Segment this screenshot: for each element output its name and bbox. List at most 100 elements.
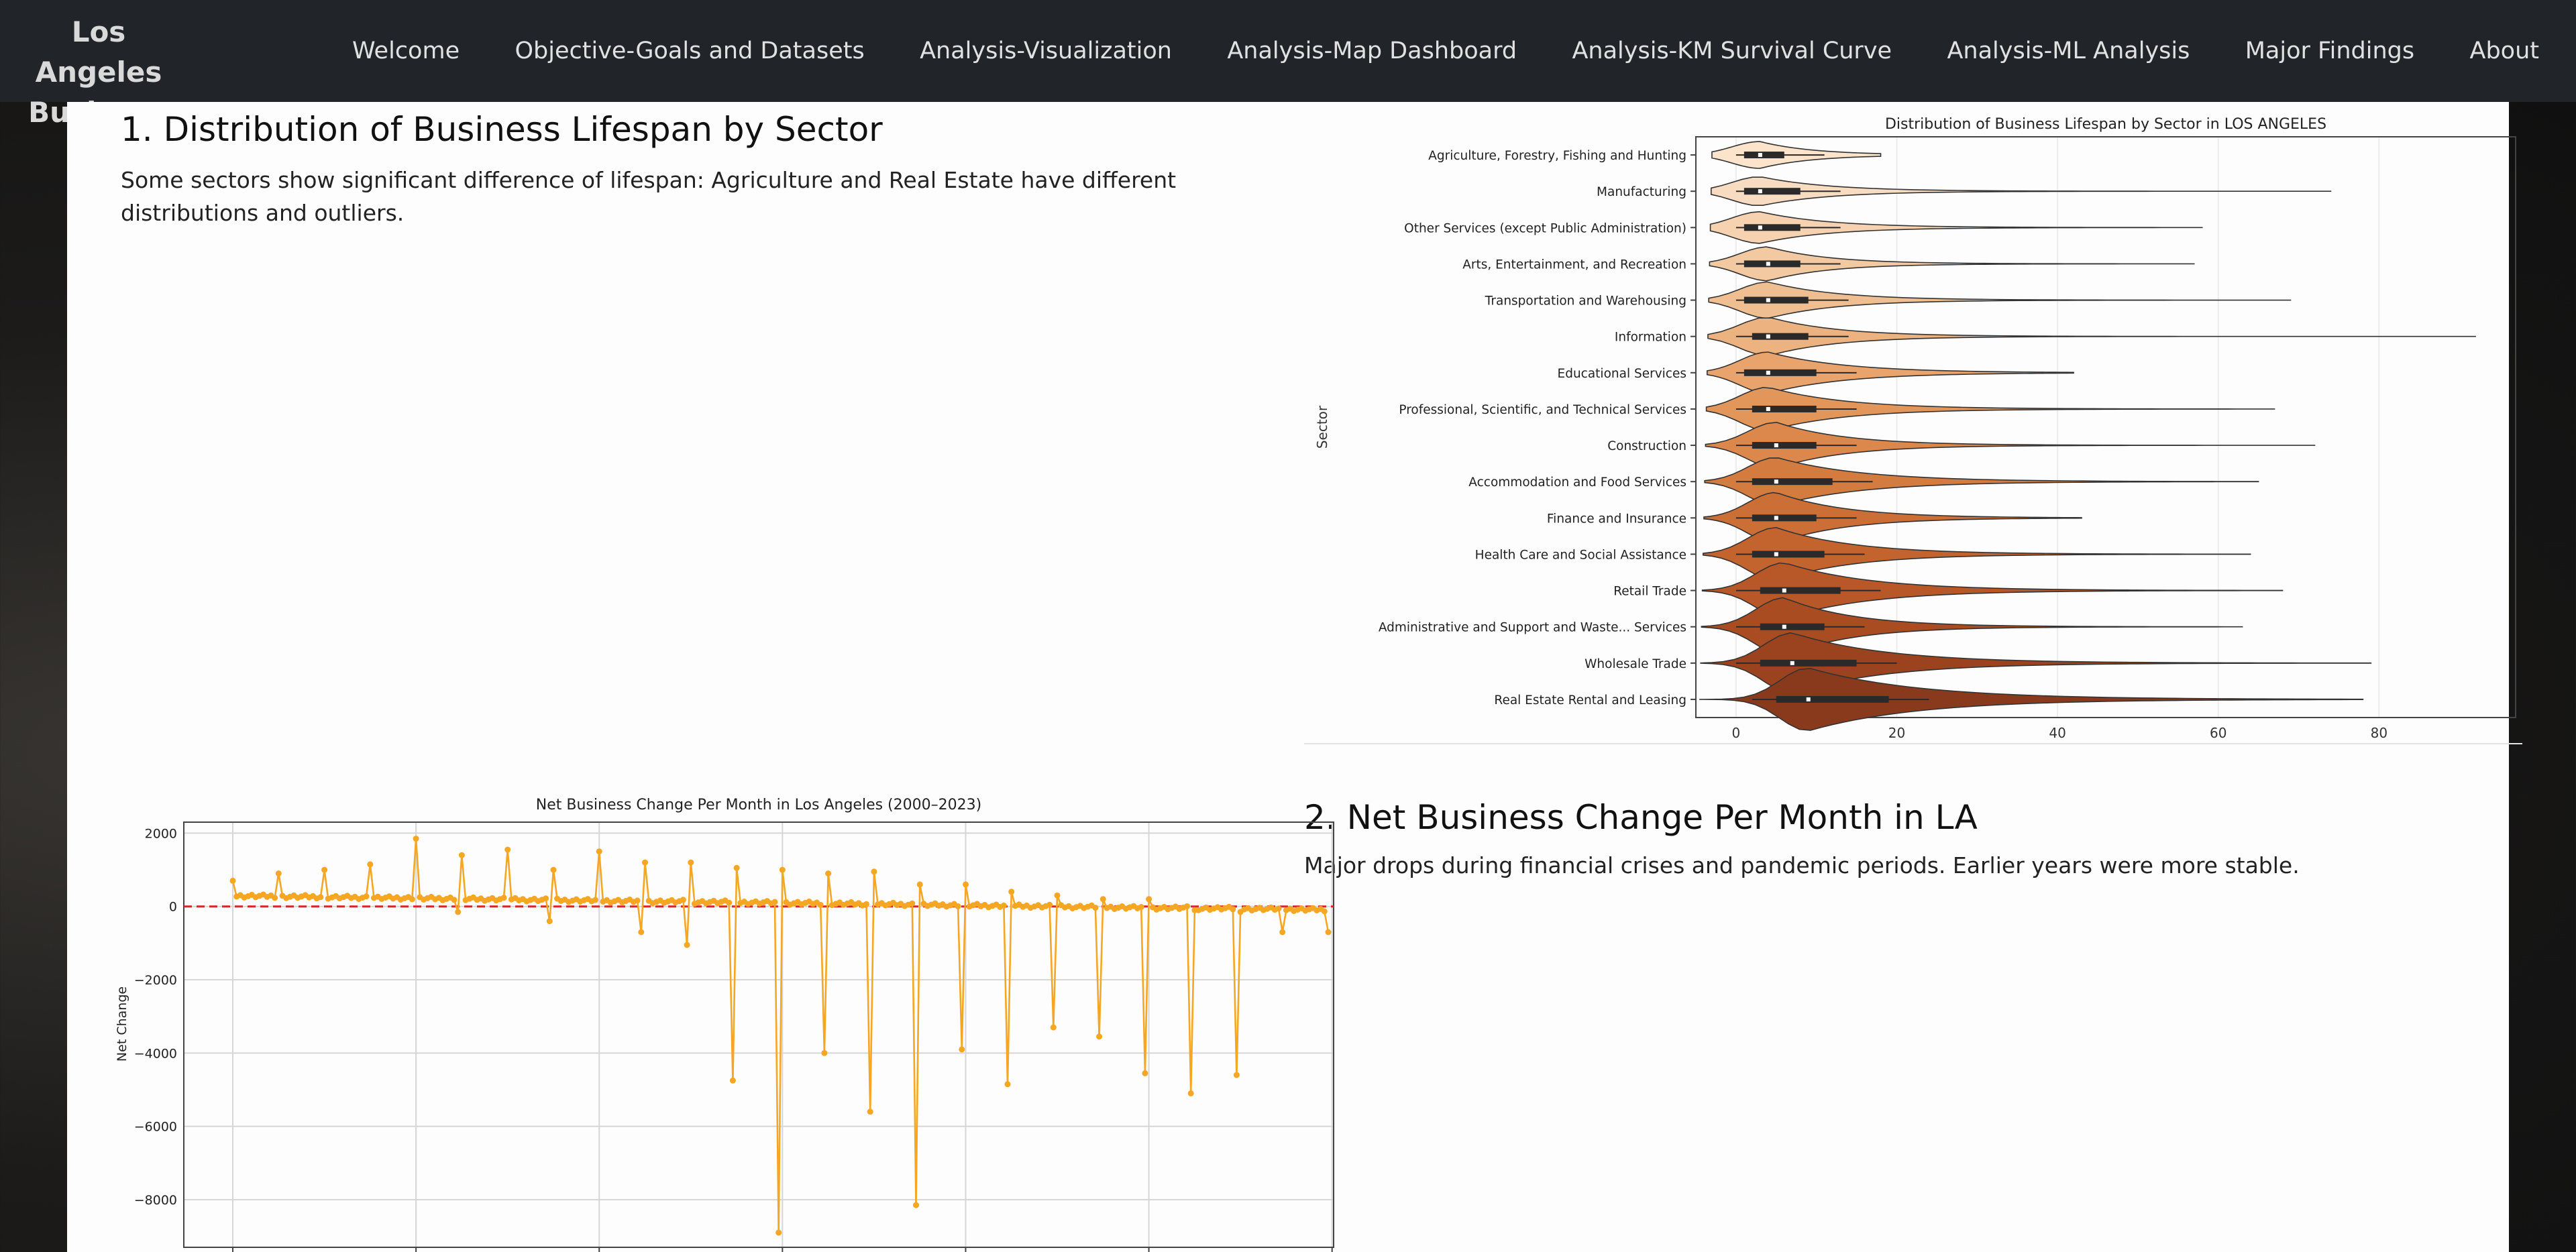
nav-about[interactable]: About xyxy=(2453,38,2556,64)
violin-iqr-3 xyxy=(1743,260,1801,268)
net-change-point-95 xyxy=(592,897,598,903)
net-change-point-215 xyxy=(1050,1024,1057,1031)
nav-km-survival[interactable]: Analysis-KM Survival Curve xyxy=(1555,38,1909,64)
nav-ml-analysis[interactable]: Analysis-ML Analysis xyxy=(1930,38,2206,64)
net-change-point-11 xyxy=(272,895,278,901)
net-change-point-60 xyxy=(458,852,465,858)
net-change-point-180 xyxy=(916,881,923,888)
net-change-point-48 xyxy=(413,836,419,842)
net-change-point-144 xyxy=(779,866,786,873)
net-change-point-216 xyxy=(1054,892,1061,899)
violin-category-label-9: Accommodation and Food Services xyxy=(1468,475,1686,490)
violin-median-0 xyxy=(1758,153,1762,158)
net-change-point-84 xyxy=(550,866,557,873)
violin-iqr-15 xyxy=(1776,695,1889,703)
violin-category-label-0: Agriculture, Forestry, Fishing and Hunti… xyxy=(1428,149,1686,163)
net-change-point-251 xyxy=(1187,1090,1194,1096)
net-change-point-35 xyxy=(363,893,370,900)
net-change-point-167 xyxy=(867,1108,873,1115)
violin-median-9 xyxy=(1774,479,1778,484)
violin-median-6 xyxy=(1766,370,1770,375)
net-change-point-226 xyxy=(1092,905,1099,911)
nav-visualization[interactable]: Analysis-Visualization xyxy=(903,38,1189,64)
net-change-point-142 xyxy=(771,899,778,905)
violin-category-label-5: Information xyxy=(1615,331,1686,345)
violin-median-11 xyxy=(1774,552,1778,557)
violin-median-10 xyxy=(1774,516,1778,520)
violin-xtick-2: 40 xyxy=(2049,725,2065,741)
violin-iqr-4 xyxy=(1743,296,1809,304)
violin-iqr-7 xyxy=(1752,405,1817,412)
nav-welcome[interactable]: Welcome xyxy=(335,38,476,64)
net-change-point-204 xyxy=(1008,889,1015,895)
violin-category-label-4: Transportation and Warehousing xyxy=(1485,294,1686,308)
violin-xtick-1: 20 xyxy=(1888,725,1905,741)
violin-chart: Distribution of Business Lifespan by Sec… xyxy=(1304,102,2522,744)
violin-median-13 xyxy=(1782,624,1786,629)
net-change-point-190 xyxy=(955,903,961,909)
violin-category-label-7: Professional, Scientific, and Technical … xyxy=(1399,403,1686,417)
violin-median-12 xyxy=(1782,588,1786,593)
violin-median-2 xyxy=(1758,225,1762,230)
net-change-point-202 xyxy=(1000,902,1007,909)
net-change-point-239 xyxy=(1142,1070,1148,1076)
net-change-point-238 xyxy=(1138,904,1144,910)
violin-ylabel: Sector xyxy=(1314,405,1330,449)
nav-objective[interactable]: Objective-Goals and Datasets xyxy=(498,38,881,64)
line-ytick-3: −4000 xyxy=(134,1046,177,1061)
net-change-point-130 xyxy=(726,899,733,906)
net-change-point-203 xyxy=(1004,1081,1011,1088)
net-change-point-156 xyxy=(825,870,832,876)
nav-map-dashboard[interactable]: Analysis-Map Dashboard xyxy=(1210,38,1534,64)
section1-desc: Some sectors show significant difference… xyxy=(121,167,1177,226)
line-ylabel: Net Change xyxy=(115,986,129,1062)
net-change-point-240 xyxy=(1146,896,1152,903)
net-change-point-168 xyxy=(871,868,877,875)
net-change-point-118 xyxy=(680,897,686,903)
line-plot-frame xyxy=(183,821,1334,1248)
violin-iqr-8 xyxy=(1752,442,1817,449)
violin-category-label-10: Finance and Insurance xyxy=(1547,512,1686,526)
net-change-point-24 xyxy=(321,866,328,873)
violin-category-label-3: Arts, Entertainment, and Recreation xyxy=(1462,258,1686,272)
violin-iqr-1 xyxy=(1743,188,1801,195)
violin-iqr-10 xyxy=(1752,514,1817,522)
net-change-point-47 xyxy=(409,896,415,903)
net-change-point-214 xyxy=(1046,901,1053,908)
line-ytick-0: 2000 xyxy=(145,826,177,841)
net-change-point-132 xyxy=(733,864,740,871)
chart-separator xyxy=(1304,743,2522,744)
violin-xtick-3: 60 xyxy=(2210,725,2226,741)
net-change-point-23 xyxy=(317,894,324,901)
net-change-point-72 xyxy=(504,846,511,853)
line-chart-title: Net Business Change Per Month in Los Ang… xyxy=(536,797,981,813)
net-change-point-107 xyxy=(638,929,645,935)
navbar: Los Angeles Business Welcome Objective-G… xyxy=(0,0,2576,129)
net-change-point-192 xyxy=(963,881,969,888)
violin-category-label-1: Manufacturing xyxy=(1597,185,1686,199)
net-change-point-83 xyxy=(546,918,553,925)
violin-median-4 xyxy=(1766,298,1770,302)
net-change-point-71 xyxy=(500,895,507,901)
violin-category-label-14: Wholesale Trade xyxy=(1585,657,1686,671)
line-ytick-2: −2000 xyxy=(134,973,177,988)
violin-xtick-4: 80 xyxy=(2371,725,2387,741)
violin-category-label-15: Real Estate Rental and Leasing xyxy=(1494,693,1686,707)
section2-desc: Major drops during financial crises and … xyxy=(1304,852,2300,878)
net-change-point-227 xyxy=(1096,1033,1103,1040)
nav-major-findings[interactable]: Major Findings xyxy=(2229,38,2431,64)
net-change-point-287 xyxy=(1325,929,1332,935)
net-change-point-286 xyxy=(1321,908,1328,915)
net-change-point-120 xyxy=(688,859,694,866)
net-change-point-250 xyxy=(1184,903,1190,909)
net-change-chart: Net Business Change Per Month in Los Ang… xyxy=(110,796,1342,1252)
violin-iqr-12 xyxy=(1760,587,1841,594)
violin-iqr-13 xyxy=(1760,623,1825,630)
violin-median-15 xyxy=(1806,697,1811,701)
net-change-point-131 xyxy=(729,1077,736,1084)
violin-iqr-2 xyxy=(1743,224,1801,231)
violin-median-7 xyxy=(1766,406,1770,411)
violin-chart-title: Distribution of Business Lifespan by Sec… xyxy=(1885,116,2326,133)
net-change-point-108 xyxy=(642,859,648,866)
net-change-point-262 xyxy=(1230,906,1236,913)
